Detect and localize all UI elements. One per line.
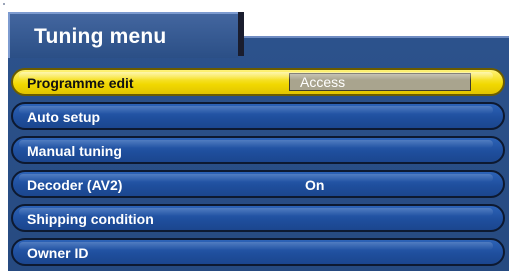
menu-item-label: Owner ID	[27, 245, 89, 261]
menu-item-programme-edit[interactable]: Programme edit Access	[11, 68, 505, 96]
menu-item-label: Decoder (AV2)	[27, 177, 123, 193]
menu-item-auto-setup[interactable]: Auto setup	[11, 102, 505, 130]
menu-item-label: Shipping condition	[27, 211, 154, 227]
access-field[interactable]: Access	[289, 73, 471, 91]
menu-item-owner-id[interactable]: Owner ID	[11, 238, 505, 266]
title-tab-shadow	[238, 12, 244, 56]
corner-dot	[3, 3, 5, 5]
tuning-menu-screen: Programme edit Access Auto setup Manual …	[0, 0, 513, 271]
menu-panel: Programme edit Access Auto setup Manual …	[8, 36, 509, 271]
menu-item-label: Auto setup	[27, 109, 101, 125]
decoder-value: On	[305, 177, 325, 193]
menu-item-label: Manual tuning	[27, 143, 122, 159]
menu-list: Programme edit Access Auto setup Manual …	[8, 68, 509, 272]
menu-item-decoder-av2[interactable]: Decoder (AV2) On	[11, 170, 505, 198]
menu-title-tab: Tuning menu	[8, 12, 238, 58]
menu-item-manual-tuning[interactable]: Manual tuning	[11, 136, 505, 164]
menu-item-shipping-condition[interactable]: Shipping condition	[11, 204, 505, 232]
access-value: Access	[300, 74, 346, 90]
menu-title: Tuning menu	[34, 25, 167, 48]
menu-item-label: Programme edit	[27, 75, 134, 91]
